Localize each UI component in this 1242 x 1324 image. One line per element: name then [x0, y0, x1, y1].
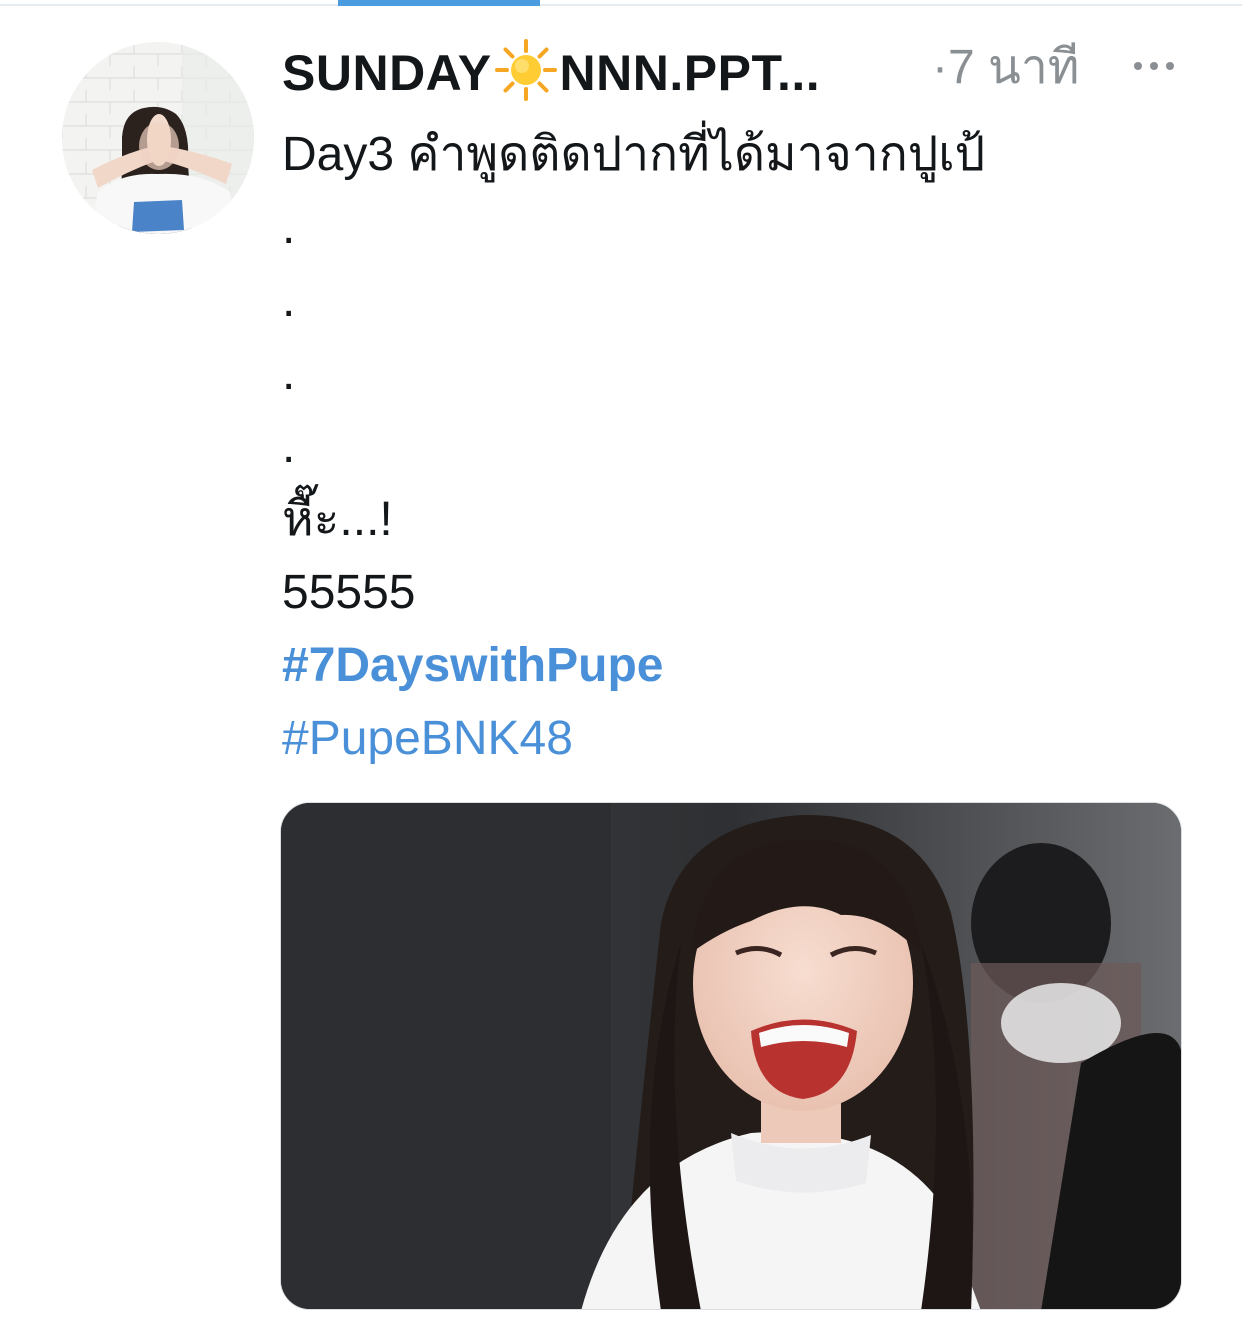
avatar[interactable]	[62, 42, 254, 234]
top-divider	[0, 4, 1242, 6]
tweet-media[interactable]	[280, 802, 1182, 1310]
tweet-line: หื๊ะ...!	[282, 493, 393, 546]
tweet-line: Day3 คำพูดติดปากที่ได้มาจากปูเป้	[282, 128, 986, 181]
timestamp[interactable]: ·7 นาที	[932, 38, 1079, 98]
media-photo	[281, 803, 1181, 1309]
hashtag-link[interactable]: #7DayswithPupe	[282, 629, 1182, 702]
tweet-line: .	[282, 201, 296, 254]
tweet-line: .	[282, 347, 296, 400]
tweet-line: .	[282, 420, 296, 473]
avatar-image	[62, 42, 254, 234]
tweet-header: SUNDAY NNN.PPT... ·7 นาที	[282, 36, 1182, 103]
display-name-part2: NNN.PPT...	[559, 45, 821, 101]
display-name[interactable]: SUNDAY NNN.PPT...	[282, 38, 820, 103]
tab-indicator	[338, 0, 540, 6]
more-icon[interactable]	[1132, 60, 1176, 72]
hashtag-link[interactable]: #PupeBNK48	[282, 702, 1182, 775]
sun-icon	[494, 39, 557, 101]
tweet-line: 55555	[282, 566, 416, 619]
display-name-part1: SUNDAY	[282, 45, 492, 101]
tweet-text: Day3 คำพูดติดปากที่ได้มาจากปูเป้ . . . .…	[282, 118, 1182, 775]
tweet-line: .	[282, 274, 296, 327]
